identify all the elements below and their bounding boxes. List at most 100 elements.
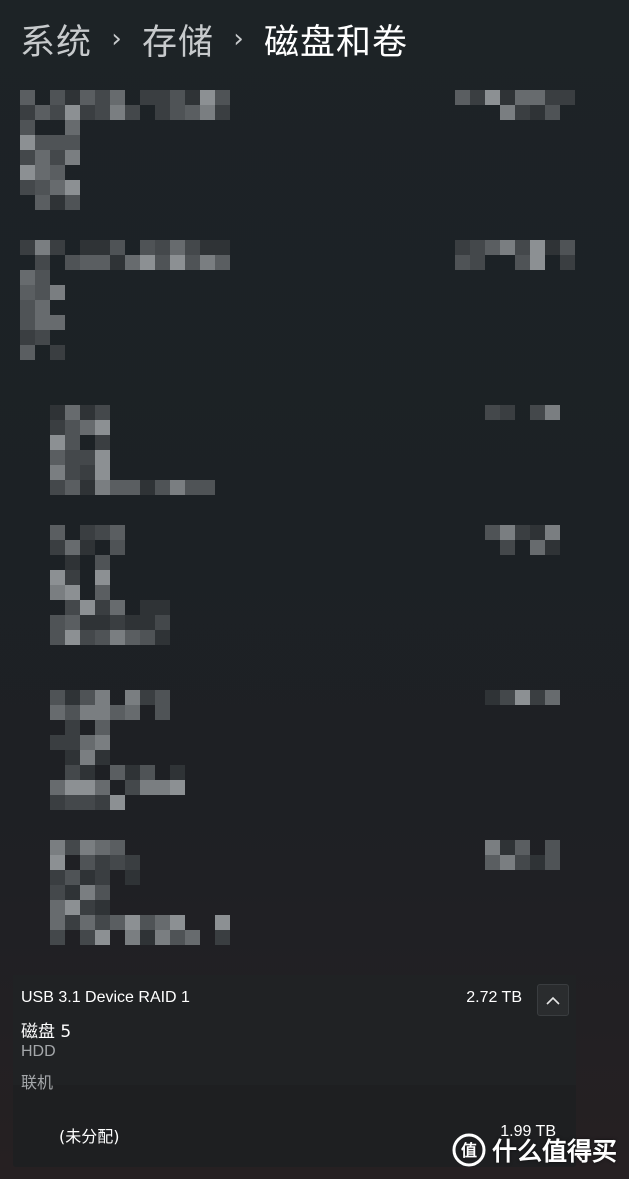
mosaic-pixel	[95, 90, 110, 105]
mosaic-pixel	[155, 615, 170, 630]
mosaic-pixel	[560, 255, 575, 270]
mosaic-pixel	[20, 345, 35, 360]
mosaic-pixel	[50, 435, 65, 450]
mosaic-pixel	[65, 150, 80, 165]
mosaic-pixel	[125, 915, 140, 930]
mosaic-pixel	[20, 285, 35, 300]
mosaic-pixel	[95, 705, 110, 720]
mosaic-pixel	[95, 255, 110, 270]
mosaic-pixel	[65, 405, 80, 420]
mosaic-pixel	[95, 915, 110, 930]
mosaic-pixel	[155, 90, 170, 105]
mosaic-pixel	[500, 540, 515, 555]
collapse-button[interactable]	[537, 984, 569, 1016]
mosaic-pixel	[500, 840, 515, 855]
mosaic-pixel	[65, 90, 80, 105]
mosaic-pixel	[110, 855, 125, 870]
mosaic-pixel	[50, 630, 65, 645]
mosaic-pixel	[95, 795, 110, 810]
mosaic-pixel	[110, 915, 125, 930]
mosaic-pixel	[80, 450, 95, 465]
mosaic-pixel	[215, 915, 230, 930]
mosaic-pixel	[65, 180, 80, 195]
disk-model: USB 3.1 Device RAID 1	[21, 989, 190, 1006]
mosaic-pixel	[125, 630, 140, 645]
mosaic-pixel	[95, 105, 110, 120]
mosaic-pixel	[35, 135, 50, 150]
mosaic-pixel	[50, 195, 65, 210]
breadcrumb-item-system[interactable]: 系统	[20, 14, 92, 65]
mosaic-pixel	[545, 240, 560, 255]
mosaic-pixel	[170, 480, 185, 495]
mosaic-pixel	[515, 90, 530, 105]
mosaic-pixel	[65, 435, 80, 450]
disk-card-header[interactable]: USB 3.1 Device RAID 1 2.72 TB 磁盘 5 HDD 联…	[13, 975, 576, 1092]
mosaic-pixel	[515, 690, 530, 705]
mosaic-pixel	[155, 480, 170, 495]
mosaic-pixel	[50, 885, 65, 900]
mosaic-pixel	[65, 555, 80, 570]
mosaic-pixel	[155, 930, 170, 945]
mosaic-pixel	[50, 165, 65, 180]
mosaic-pixel	[35, 300, 50, 315]
mosaic-pixel	[20, 300, 35, 315]
mosaic-pixel	[20, 90, 35, 105]
mosaic-pixel	[65, 450, 80, 465]
mosaic-pixel	[500, 240, 515, 255]
mosaic-pixel	[20, 165, 35, 180]
mosaic-pixel	[95, 855, 110, 870]
mosaic-pixel	[50, 525, 65, 540]
mosaic-pixel	[80, 240, 95, 255]
mosaic-pixel	[35, 285, 50, 300]
mosaic-pixel	[65, 765, 80, 780]
mosaic-pixel	[50, 315, 65, 330]
mosaic-pixel	[80, 465, 95, 480]
breadcrumb-item-storage[interactable]: 存储	[142, 14, 214, 65]
mosaic-pixel	[80, 870, 95, 885]
mosaic-pixel	[125, 930, 140, 945]
mosaic-pixel	[80, 855, 95, 870]
mosaic-pixel	[170, 765, 185, 780]
mosaic-pixel	[80, 900, 95, 915]
mosaic-pixel	[80, 780, 95, 795]
mosaic-pixel	[50, 90, 65, 105]
mosaic-pixel	[110, 90, 125, 105]
mosaic-pixel	[110, 240, 125, 255]
mosaic-pixel	[125, 105, 140, 120]
mosaic-pixel	[50, 780, 65, 795]
mosaic-pixel	[140, 765, 155, 780]
disk-status: 联机	[21, 1073, 54, 1092]
mosaic-pixel	[50, 450, 65, 465]
mosaic-pixel	[95, 690, 110, 705]
mosaic-pixel	[50, 285, 65, 300]
mosaic-pixel	[80, 480, 95, 495]
mosaic-pixel	[545, 525, 560, 540]
smzdm-logo-icon: 值	[452, 1133, 486, 1167]
mosaic-pixel	[65, 465, 80, 480]
mosaic-pixel	[80, 600, 95, 615]
mosaic-pixel	[95, 900, 110, 915]
mosaic-pixel	[80, 420, 95, 435]
mosaic-pixel	[95, 840, 110, 855]
mosaic-pixel	[65, 540, 80, 555]
mosaic-pixel	[50, 930, 65, 945]
mosaic-pixel	[95, 405, 110, 420]
mosaic-pixel	[65, 630, 80, 645]
mosaic-pixel	[185, 240, 200, 255]
mosaic-pixel	[50, 840, 65, 855]
mosaic-pixel	[50, 690, 65, 705]
mosaic-pixel	[155, 600, 170, 615]
mosaic-pixel	[155, 915, 170, 930]
mosaic-pixel	[110, 795, 125, 810]
mosaic-pixel	[500, 855, 515, 870]
page-title: 磁盘和卷	[264, 22, 409, 63]
mosaic-pixel	[170, 255, 185, 270]
mosaic-pixel	[20, 270, 35, 285]
mosaic-pixel	[80, 765, 95, 780]
mosaic-pixel	[530, 255, 545, 270]
mosaic-pixel	[95, 480, 110, 495]
mosaic-pixel	[50, 405, 65, 420]
mosaic-pixel	[65, 120, 80, 135]
mosaic-pixel	[35, 270, 50, 285]
mosaic-pixel	[20, 315, 35, 330]
